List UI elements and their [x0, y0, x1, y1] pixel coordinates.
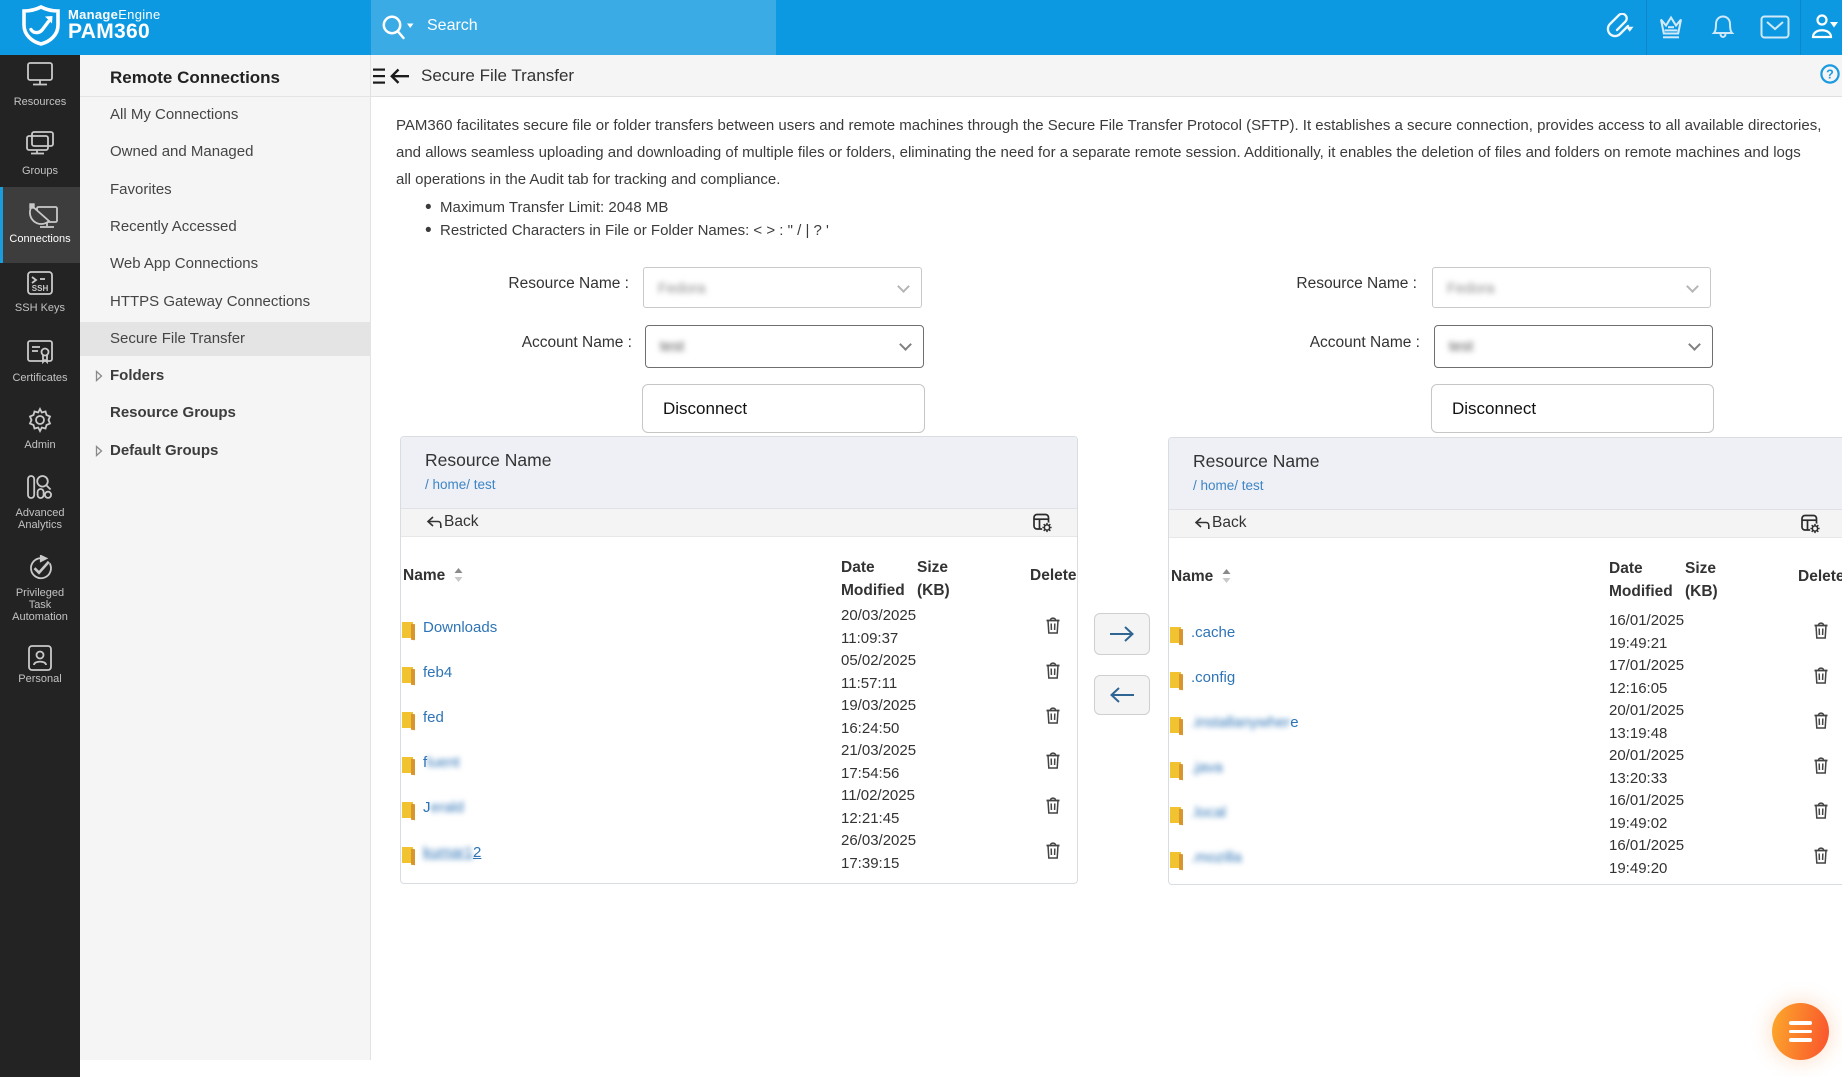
svg-text:?: ?	[1826, 68, 1834, 82]
